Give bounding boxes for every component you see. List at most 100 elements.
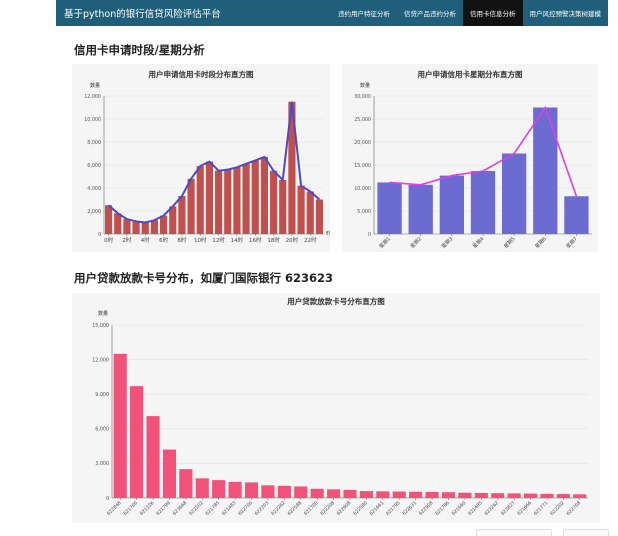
x-tick-label: 16时: [249, 236, 262, 244]
bar: [470, 170, 496, 234]
nav-tab-credit-card-info[interactable]: 信用卡信息分析: [463, 0, 523, 26]
bar: [141, 222, 149, 234]
y-tick-label: 8,000: [87, 140, 101, 146]
x-tick-label: 22时: [304, 236, 317, 244]
x-tick-label: 622580: [352, 500, 369, 517]
bar: [212, 480, 226, 498]
x-tick-label: 621483: [221, 500, 238, 517]
y-tick-label: 0: [368, 232, 371, 238]
bar: [564, 196, 589, 234]
x-tick-label: 622208: [319, 500, 336, 517]
bar: [113, 353, 127, 498]
x-tick-label: 10时: [194, 236, 207, 244]
brand-title: 基于python的银行信贷风险评估平台: [64, 9, 221, 20]
bar: [392, 491, 406, 498]
bar: [408, 184, 433, 234]
y-tick-label: 20,000: [354, 140, 371, 146]
y-tick-label: 0: [106, 496, 109, 502]
bar: [540, 493, 554, 498]
bar: [150, 220, 158, 234]
bar: [242, 163, 250, 234]
nav-tab-risk-decision-tree[interactable]: 用户风控预警决策树建模: [523, 0, 609, 26]
nav-tab-default-user-features[interactable]: 违约用户特征分析: [331, 0, 397, 26]
x-tick-label: 622262: [483, 500, 500, 517]
footer-button-right[interactable]: [563, 529, 609, 536]
weekday-distribution-chart: 用户申请信用卡星期分布直方图数量 0 5,000 10,000 15,000 20,000…: [354, 69, 592, 250]
section-title-application-time: 信用卡申请时段/星期分析: [74, 43, 205, 57]
hour-distribution-chart: 用户申请信用卡时段分布直方图数量 0 2,000 4,000 6,000 8,000 10,…: [84, 69, 330, 244]
bar: [556, 494, 570, 498]
bar: [306, 191, 314, 234]
x-tick-label: 621786: [434, 500, 451, 517]
bar: [533, 107, 558, 234]
bar: [409, 491, 423, 498]
y-tick-label: 12,000: [92, 357, 109, 363]
chart-title: 用户申请信用卡时段分布直方图: [149, 69, 254, 79]
y-tick-label: 2,000: [87, 209, 101, 215]
bar: [196, 166, 204, 234]
bar: [458, 492, 472, 498]
bar: [376, 491, 390, 498]
x-tick-label: 12时: [212, 236, 225, 244]
bar: [315, 199, 323, 234]
x-tick-label: 622908: [336, 500, 353, 517]
footer-button-left[interactable]: [476, 529, 552, 536]
trend-line: [107, 101, 321, 224]
bar: [130, 386, 144, 498]
bar: [297, 185, 305, 234]
x-tick-label: 20时: [286, 236, 299, 244]
x-tick-label: 星期7: [565, 236, 579, 250]
y-tick-label: 10,000: [354, 186, 371, 192]
bar: [343, 489, 357, 498]
bar: [215, 170, 223, 234]
y-tick-label: 6,000: [95, 427, 109, 433]
bar: [205, 161, 213, 234]
x-tick-label: 6时: [159, 236, 168, 244]
bar: [169, 206, 177, 234]
bar: [439, 175, 465, 234]
x-tick-label: 622262: [270, 500, 287, 517]
x-tick-label: 621660: [451, 500, 468, 517]
y-tick-label: 15,000: [354, 163, 371, 169]
main-nav: 违约用户特征分析 信贷产品违约分析 信用卡信息分析 用户风控预警决策树建模: [331, 0, 608, 26]
x-tick-label: 621795: [385, 500, 402, 517]
bar: [251, 160, 259, 234]
bar: [425, 492, 439, 498]
x-tick-label: 622827: [500, 500, 517, 517]
section-title-card-distribution: 用户贷款放款卡号分布，如厦门国际银行 623623: [74, 271, 334, 285]
nav-tab-loan-product-default[interactable]: 信贷产品违约分析: [397, 0, 463, 26]
bar: [195, 478, 209, 498]
chart-panel-weekday: 用户申请信用卡星期分布直方图 数量 0 5,000 10,000 15,000 20,000…: [342, 64, 598, 252]
x-tick-label: 623668: [172, 500, 189, 517]
x-tick-label: 621661: [369, 500, 386, 517]
x-tick-label: 622708: [566, 500, 583, 517]
chart-title: 用户贷款放款卡号分布直方图: [287, 296, 385, 306]
y-tick-label: 4,000: [87, 186, 101, 192]
bar: [277, 485, 291, 498]
y-tick-label: 30,000: [354, 94, 371, 100]
bar: [114, 213, 122, 234]
x-tick-label: 622202: [188, 500, 205, 517]
y-tick-label: 5,000: [357, 209, 371, 215]
x-tick-label: 2时: [122, 236, 131, 244]
chart-title: 用户申请信用卡星期分布直方图: [418, 69, 523, 79]
x-tick-label: 622203: [254, 500, 271, 517]
bar: [377, 182, 402, 234]
bar: [224, 169, 232, 234]
x-tick-label: 621226: [139, 500, 156, 517]
y-axis-label: 数量: [98, 310, 108, 317]
bar: [359, 491, 373, 498]
bar: [327, 489, 341, 498]
bar: [270, 170, 278, 234]
bar: [228, 481, 242, 498]
bar: [279, 179, 287, 234]
x-tick-label: 星期1: [378, 236, 392, 250]
top-navbar: 基于python的银行信贷风险评估平台 违约用户特征分析 信贷产品违约分析 信用…: [56, 0, 608, 26]
bar: [501, 153, 527, 234]
x-tick-label: 622588: [287, 500, 304, 517]
y-tick-label: 10,000: [84, 117, 101, 123]
x-tick-label: 星期6: [534, 236, 548, 250]
chart-panel-hour: 用户申请信用卡时段分布直方图 数量 0 2,000 4,000 6,000 8,000 10,…: [72, 64, 330, 252]
x-tick-label: 621700: [303, 500, 320, 517]
bar: [523, 493, 538, 498]
